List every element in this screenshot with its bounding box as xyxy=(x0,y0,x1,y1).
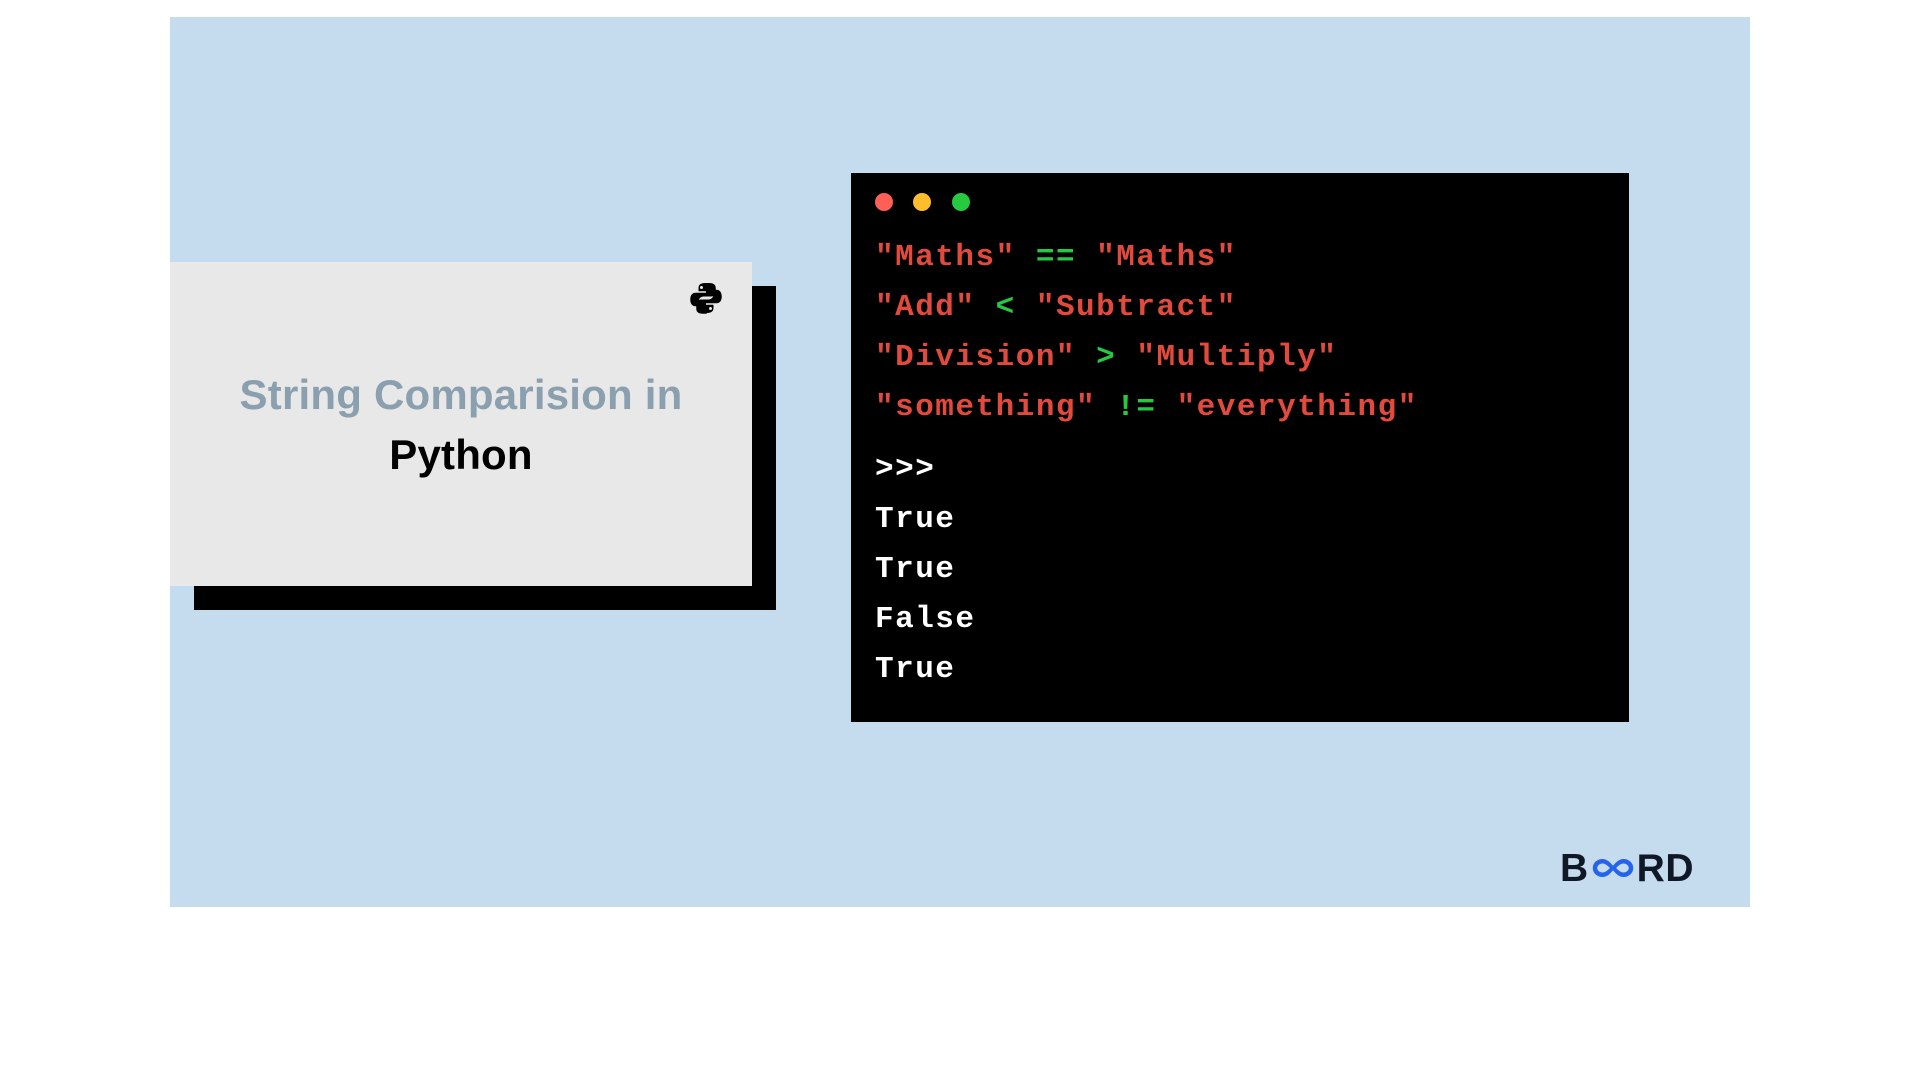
brand-b: B xyxy=(1560,847,1589,890)
brand-logo: B RD xyxy=(1560,847,1694,893)
minimize-icon xyxy=(913,193,931,211)
slide-canvas: String Comparision in Python "Maths" == … xyxy=(170,17,1750,907)
python-icon xyxy=(688,280,724,321)
stage: String Comparision in Python "Maths" == … xyxy=(0,0,1920,1080)
window-controls xyxy=(875,193,986,216)
card-title: String Comparision in Python xyxy=(170,374,752,476)
brand-rd: RD xyxy=(1637,847,1694,890)
terminal-window: "Maths" == "Maths" "Add" < "Subtract" "D… xyxy=(851,173,1629,722)
infinity-icon xyxy=(1589,849,1637,893)
maximize-icon xyxy=(952,193,970,211)
close-icon xyxy=(875,193,893,211)
title-line-2: Python xyxy=(170,434,752,476)
title-card: String Comparision in Python xyxy=(170,262,752,586)
code-block: "Maths" == "Maths" "Add" < "Subtract" "D… xyxy=(875,233,1605,695)
title-line-1: String Comparision in xyxy=(170,374,752,416)
